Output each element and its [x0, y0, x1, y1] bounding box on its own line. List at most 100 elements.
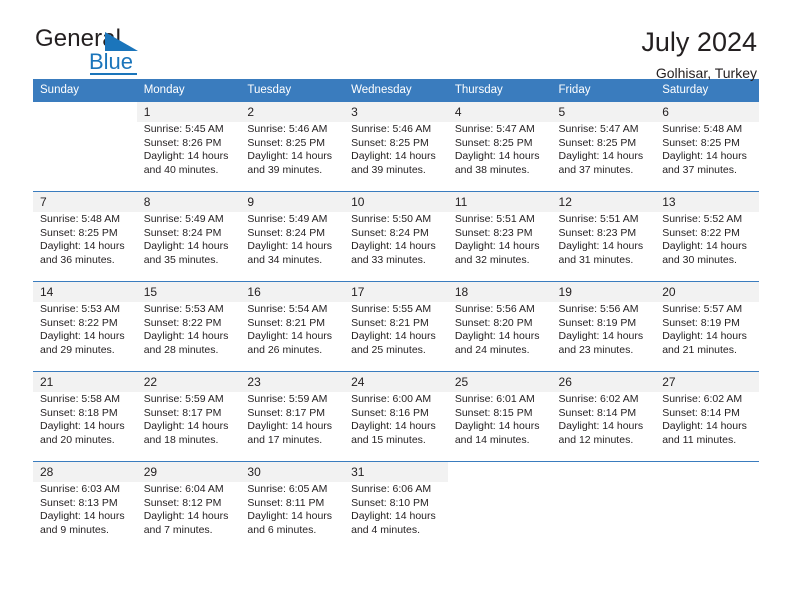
day-number: 5	[558, 105, 566, 119]
calendar-day-cell[interactable]: 13 Sunrise: 5:52 AM Sunset: 8:22 PM Dayligh…	[655, 191, 759, 283]
calendar-day-cell[interactable]: 12 Sunrise: 5:51 AM Sunset: 8:23 PM Dayligh…	[551, 191, 656, 283]
day-sun-info: Sunrise: 5:46 AM Sunset: 8:25 PM Daylight:…	[240, 122, 345, 193]
calendar-day-cell[interactable]: 3 Sunrise: 5:46 AM Sunset: 8:25 PM Daylight…	[344, 101, 448, 193]
day-info-line: Sunrise: 5:53 AM	[143, 303, 224, 315]
day-cell-inner	[655, 461, 759, 553]
day-info-line: Daylight: 14 hours	[351, 510, 436, 523]
day-sun-info: Sunrise: 6:06 AM Sunset: 8:10 PM Daylight:…	[344, 482, 448, 553]
calendar-day-cell[interactable]: 20 Sunrise: 5:57 AM Sunset: 8:19 PM Dayligh…	[655, 281, 759, 373]
day-info-line: Sunset: 8:16 PM	[351, 406, 429, 419]
calendar-day-cell[interactable]: 26 Sunrise: 6:02 AM Sunset: 8:14 PM Dayligh…	[551, 371, 656, 463]
calendar-week-row: 14 Sunrise: 5:53 AM Sunset: 8:22 PM Dayligh…	[33, 281, 759, 373]
calendar-day-cell[interactable]: 7 Sunrise: 5:48 AM Sunset: 8:25 PM Daylight…	[33, 191, 137, 283]
calendar-day-cell[interactable]: 24 Sunrise: 6:00 AM Sunset: 8:16 PM Dayligh…	[344, 371, 448, 463]
day-info-line: Daylight: 14 hours	[558, 150, 644, 163]
day-info-line: Sunset: 8:14 PM	[662, 406, 740, 419]
day-sun-info: Sunrise: 5:56 AM Sunset: 8:19 PM Daylight:…	[551, 302, 656, 373]
calendar-day-cell[interactable]: 17 Sunrise: 5:55 AM Sunset: 8:21 PM Dayligh…	[344, 281, 448, 373]
day-info-line: Sunrise: 5:52 AM	[662, 213, 743, 225]
day-info-line: Daylight: 14 hours	[143, 510, 229, 523]
calendar-day-cell[interactable]: 18 Sunrise: 5:56 AM Sunset: 8:20 PM Dayligh…	[447, 281, 552, 373]
day-info-line: and 32 minutes.	[454, 253, 530, 266]
day-cell-inner: 5 Sunrise: 5:47 AM Sunset: 8:25 PM Daylight…	[551, 101, 656, 193]
day-info-line: and 11 minutes.	[662, 433, 737, 446]
day-cell-inner: 31 Sunrise: 6:06 AM Sunset: 8:10 PM Dayligh…	[344, 461, 448, 553]
calendar-week-row: 28 Sunrise: 6:03 AM Sunset: 8:13 PM Dayligh…	[33, 461, 759, 553]
day-info-line: Daylight: 14 hours	[351, 150, 436, 163]
day-cell-inner: 6 Sunrise: 5:48 AM Sunset: 8:25 PM Daylight…	[655, 101, 759, 193]
day-sun-info: Sunrise: 6:02 AM Sunset: 8:14 PM Daylight:…	[551, 392, 656, 463]
day-info-line: Sunset: 8:14 PM	[558, 406, 637, 419]
day-info-line: and 37 minutes.	[558, 163, 634, 176]
calendar-day-cell[interactable]: 15 Sunrise: 5:53 AM Sunset: 8:22 PM Dayligh…	[136, 281, 241, 373]
day-info-line: Sunrise: 5:59 AM	[143, 393, 224, 405]
calendar-day-cell[interactable]: 6 Sunrise: 5:48 AM Sunset: 8:25 PM Daylight…	[655, 101, 759, 193]
day-number: 31	[351, 465, 365, 479]
calendar-day-cell[interactable]: 27 Sunrise: 6:02 AM Sunset: 8:14 PM Dayligh…	[655, 371, 759, 463]
day-cell-inner: 17 Sunrise: 5:55 AM Sunset: 8:21 PM Dayligh…	[344, 281, 448, 373]
weekday-header-sunday: Sunday	[33, 79, 137, 101]
calendar-page: General Blue July 2024 Golhisar, Turkey …	[0, 0, 792, 612]
calendar-day-cell[interactable]: 30 Sunrise: 6:05 AM Sunset: 8:11 PM Dayligh…	[240, 461, 345, 553]
calendar-day-cell[interactable]: 16 Sunrise: 5:54 AM Sunset: 8:21 PM Dayligh…	[240, 281, 345, 373]
calendar-day-cell[interactable]: 5 Sunrise: 5:47 AM Sunset: 8:25 PM Daylight…	[551, 101, 656, 193]
day-info-line: Sunset: 8:17 PM	[143, 406, 222, 419]
day-info-line: and 33 minutes.	[351, 253, 426, 266]
day-sun-info: Sunrise: 6:01 AM Sunset: 8:15 PM Daylight:…	[447, 392, 552, 463]
calendar-day-cell[interactable]: 8 Sunrise: 5:49 AM Sunset: 8:24 PM Daylight…	[136, 191, 241, 283]
day-info-line: and 15 minutes.	[351, 433, 426, 446]
day-number: 11	[454, 195, 468, 209]
day-info-line: Sunset: 8:25 PM	[662, 136, 740, 149]
calendar-day-cell[interactable]: 23 Sunrise: 5:59 AM Sunset: 8:17 PM Dayligh…	[240, 371, 345, 463]
calendar-day-cell[interactable]: 4 Sunrise: 5:47 AM Sunset: 8:25 PM Daylight…	[447, 101, 552, 193]
day-number: 16	[247, 285, 261, 299]
calendar-day-cell[interactable]: 28 Sunrise: 6:03 AM Sunset: 8:13 PM Dayligh…	[33, 461, 137, 553]
day-number: 9	[247, 195, 255, 209]
day-info-line: Sunrise: 5:49 AM	[143, 213, 224, 225]
day-info-line: Daylight: 14 hours	[247, 510, 333, 523]
day-sun-info: Sunrise: 6:04 AM Sunset: 8:12 PM Daylight:…	[136, 482, 241, 553]
day-info-line: Sunrise: 5:48 AM	[40, 213, 120, 225]
day-number: 22	[143, 375, 158, 389]
day-cell-inner: 2 Sunrise: 5:46 AM Sunset: 8:25 PM Daylight…	[240, 101, 345, 193]
calendar-day-cell[interactable]: 29 Sunrise: 6:04 AM Sunset: 8:12 PM Dayligh…	[136, 461, 241, 553]
day-cell-inner	[33, 101, 137, 193]
day-info-line: and 14 minutes.	[454, 433, 530, 446]
day-cell-inner: 27 Sunrise: 6:02 AM Sunset: 8:14 PM Dayligh…	[655, 371, 759, 463]
day-number: 30	[247, 465, 261, 479]
day-number: 20	[662, 285, 676, 299]
day-cell-inner: 8 Sunrise: 5:49 AM Sunset: 8:24 PM Daylight…	[136, 191, 241, 283]
month-calendar: Sunday Monday Tuesday Wednesday Thursday…	[33, 79, 759, 553]
calendar-day-cell[interactable]: 1 Sunrise: 5:45 AM Sunset: 8:26 PM Daylight…	[136, 101, 241, 193]
day-sun-info: Sunrise: 5:57 AM Sunset: 8:19 PM Daylight:…	[655, 302, 759, 373]
day-info-line: and 37 minutes.	[662, 163, 737, 176]
calendar-day-cell[interactable]: 19 Sunrise: 5:56 AM Sunset: 8:19 PM Dayligh…	[551, 281, 656, 373]
calendar-day-cell[interactable]: 9 Sunrise: 5:49 AM Sunset: 8:24 PM Daylight…	[240, 191, 345, 283]
day-info-line: Sunset: 8:10 PM	[351, 496, 429, 509]
day-sun-info	[551, 482, 656, 553]
day-cell-inner: 24 Sunrise: 6:00 AM Sunset: 8:16 PM Dayligh…	[344, 371, 448, 463]
day-info-line: and 23 minutes.	[558, 343, 634, 356]
day-info-line: Sunrise: 5:57 AM	[662, 303, 743, 315]
day-cell-inner: 19 Sunrise: 5:56 AM Sunset: 8:19 PM Dayligh…	[551, 281, 656, 373]
calendar-day-cell[interactable]: 25 Sunrise: 6:01 AM Sunset: 8:15 PM Dayligh…	[447, 371, 552, 463]
calendar-day-cell[interactable]: 22 Sunrise: 5:59 AM Sunset: 8:17 PM Dayligh…	[136, 371, 241, 463]
calendar-day-cell[interactable]: 21 Sunrise: 5:58 AM Sunset: 8:18 PM Dayligh…	[33, 371, 137, 463]
day-info-line: Daylight: 14 hours	[40, 240, 125, 253]
day-number: 8	[143, 195, 151, 209]
calendar-day-cell[interactable]: 2 Sunrise: 5:46 AM Sunset: 8:25 PM Daylight…	[240, 101, 345, 193]
day-sun-info: Sunrise: 5:47 AM Sunset: 8:25 PM Daylight:…	[447, 122, 552, 193]
day-info-line: Daylight: 14 hours	[143, 240, 229, 253]
day-info-line: Sunset: 8:24 PM	[143, 226, 222, 239]
day-info-line: and 38 minutes.	[454, 163, 530, 176]
calendar-day-cell[interactable]: 31 Sunrise: 6:06 AM Sunset: 8:10 PM Dayligh…	[344, 461, 448, 553]
calendar-day-cell[interactable]: 10 Sunrise: 5:50 AM Sunset: 8:24 PM Dayligh…	[344, 191, 448, 283]
day-cell-inner: 21 Sunrise: 5:58 AM Sunset: 8:18 PM Dayligh…	[33, 371, 137, 463]
title-block: July 2024 Golhisar, Turkey	[641, 26, 759, 82]
day-info-line: Sunrise: 5:54 AM	[247, 303, 328, 315]
day-info-line: Daylight: 14 hours	[454, 240, 540, 253]
calendar-day-cell[interactable]: 14 Sunrise: 5:53 AM Sunset: 8:22 PM Dayligh…	[33, 281, 137, 373]
calendar-day-cell[interactable]: 11 Sunrise: 5:51 AM Sunset: 8:23 PM Dayligh…	[447, 191, 552, 283]
day-info-line: Daylight: 14 hours	[662, 150, 747, 163]
general-blue-logo[interactable]: General Blue	[33, 26, 163, 75]
